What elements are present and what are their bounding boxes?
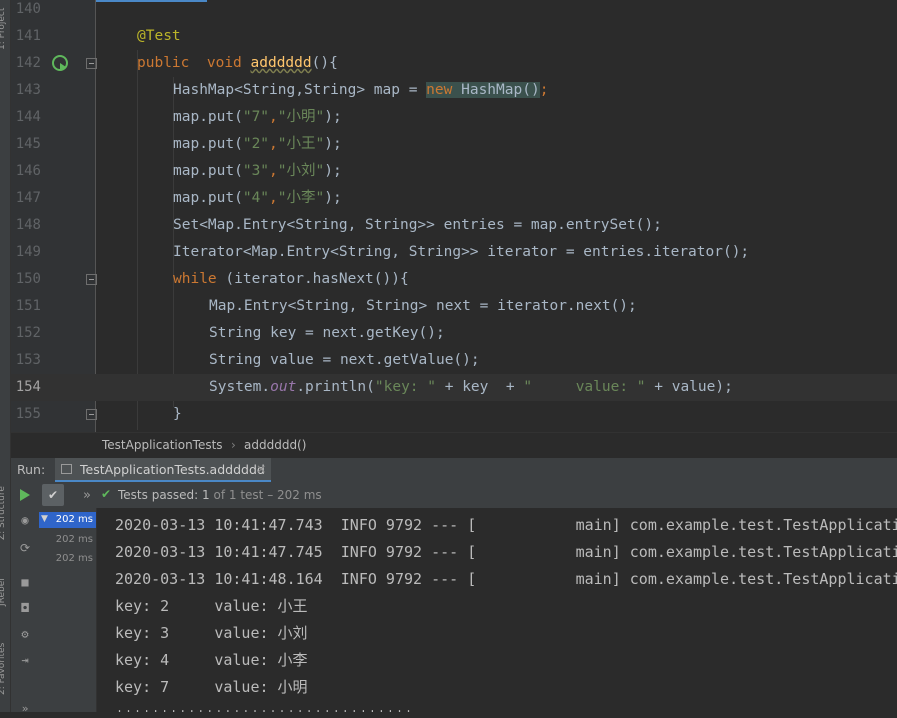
console-line: key: 3 value: 小刘 — [115, 624, 308, 642]
code-line: 141 @Test — [11, 23, 897, 50]
line-number: 148 — [15, 217, 41, 233]
line-number: 140 — [15, 1, 41, 17]
run-toolbar: ✔ » ✔ Tests passed: 1 of 1 test – 202 ms — [11, 482, 897, 509]
expand-toolbar-icon[interactable]: » — [77, 485, 97, 505]
more-icon[interactable]: » — [15, 698, 35, 718]
code-text: map.put("3","小刘"); — [173, 163, 342, 179]
test-tree[interactable]: ▼ 202 ms 202 ms 202 ms — [39, 508, 97, 712]
code-text: } — [173, 406, 182, 422]
camera-icon[interactable]: ◘ — [15, 598, 35, 618]
fold-icon[interactable] — [86, 58, 97, 69]
export-icon[interactable]: ⇥ — [15, 650, 35, 670]
code-text: String value = next.getValue(); — [209, 352, 480, 368]
line-number: 149 — [15, 244, 41, 260]
test-tree-row-selected[interactable]: ▼ 202 ms — [39, 512, 96, 528]
run-tool-header: Run: TestApplicationTests.adddddd × — [11, 458, 897, 483]
line-number: 150 — [15, 271, 41, 287]
console-line: key: 7 value: 小明 — [115, 678, 308, 696]
code-line: 152 String key = next.getKey(); — [11, 320, 897, 347]
code-text: public void adddddd(){ — [137, 55, 338, 71]
code-text: map.put("4","小李"); — [173, 190, 342, 206]
rerun-failed-icon[interactable]: ⟳ — [15, 538, 35, 558]
breadcrumb-class[interactable]: TestApplicationTests — [102, 438, 223, 452]
line-number: 142 — [15, 55, 41, 71]
line-number: 144 — [15, 109, 41, 125]
code-text: Set<Map.Entry<String, String>> entries =… — [173, 217, 662, 233]
tests-status: Tests passed: 1 of 1 test – 202 ms — [118, 488, 322, 502]
line-number: 152 — [15, 325, 41, 341]
breadcrumb-separator: › — [231, 438, 236, 452]
test-time: 202 ms — [55, 534, 93, 545]
line-number: 155 — [15, 406, 41, 422]
console-line: 2020-03-13 10:41:47.745 INFO 9792 --- [ … — [115, 543, 897, 561]
run-side-toolbar: ◉ ⟳ ■ ◘ ⚙ ⇥ » — [11, 508, 39, 715]
code-text: System.out.println("key: " + key + " val… — [209, 379, 733, 395]
current-code-line: 154 System.out.println("key: " + key + "… — [11, 374, 897, 401]
console-output[interactable]: 2020-03-13 10:41:47.743 INFO 9792 --- [ … — [97, 508, 897, 712]
code-editor[interactable]: 140 141 @Test 142 public void adddddd(){… — [11, 0, 897, 432]
code-text: map.put("7","小明"); — [173, 109, 342, 125]
line-number: 145 — [15, 136, 41, 152]
run-tab-title: TestApplicationTests.adddddd — [80, 462, 265, 477]
line-number: 153 — [15, 352, 41, 368]
console-line: key: 2 value: 小王 — [115, 597, 308, 615]
method-name: adddddd — [250, 55, 312, 71]
code-text: Map.Entry<String, String> next = iterato… — [209, 298, 637, 314]
console-line: 2020-03-13 10:41:48.164 INFO 9792 --- [ … — [115, 570, 897, 588]
code-line: 149 Iterator<Map.Entry<String, String>> … — [11, 239, 897, 266]
code-line: 148 Set<Map.Entry<String, String>> entri… — [11, 212, 897, 239]
run-test-gutter-icon[interactable] — [52, 55, 68, 71]
code-text: String key = next.getKey(); — [209, 325, 445, 341]
line-number: 146 — [15, 163, 41, 179]
left-tool-strip: 1: Project Z: Structure JRebel 2: Favori… — [0, 0, 11, 712]
code-line: 153 String value = next.getValue(); — [11, 347, 897, 374]
close-icon[interactable]: × — [256, 461, 266, 476]
breadcrumb-method[interactable]: adddddd() — [244, 438, 306, 452]
code-text: while (iterator.hasNext()){ — [173, 271, 409, 287]
fold-icon[interactable] — [86, 274, 97, 285]
line-number: 147 — [15, 190, 41, 206]
run-label: Run: — [17, 462, 46, 477]
settings-icon[interactable]: ⚙ — [15, 624, 35, 644]
code-line: 151 Map.Entry<String, String> next = ite… — [11, 293, 897, 320]
expand-arrow-icon[interactable]: ▼ — [41, 514, 48, 524]
test-tree-row[interactable]: 202 ms — [39, 532, 96, 548]
test-time: 202 ms — [55, 553, 93, 564]
code-text: HashMap<String,String> map = new HashMap… — [173, 82, 549, 98]
code-line: 145 map.put("2","小王"); — [11, 131, 897, 158]
toggle-tests-icon[interactable]: ◉ — [15, 510, 35, 530]
line-number: 143 — [15, 82, 41, 98]
test-time: 202 ms — [55, 514, 93, 525]
code-line: 150 while (iterator.hasNext()){ — [11, 266, 897, 293]
annotation-text: @Test — [137, 28, 181, 44]
line-number: 141 — [15, 28, 41, 44]
passed-check-icon: ✔ — [101, 487, 112, 501]
code-text: map.put("2","小王"); — [173, 136, 342, 152]
rerun-icon[interactable] — [15, 485, 35, 505]
line-number: 151 — [15, 298, 41, 314]
line-number: 154 — [15, 379, 41, 395]
code-text: Iterator<Map.Entry<String, String>> iter… — [173, 244, 750, 260]
code-line: 140 — [11, 0, 897, 23]
code-line: 146 map.put("3","小刘"); — [11, 158, 897, 185]
fold-icon[interactable] — [86, 409, 97, 420]
show-passed-toggle[interactable]: ✔ — [42, 484, 64, 506]
code-line: 155 } — [11, 401, 897, 428]
run-tab[interactable]: TestApplicationTests.adddddd × — [55, 458, 271, 482]
test-tree-row[interactable]: 202 ms — [39, 551, 96, 567]
console-line: +++++++++++++++++++++++++++++++++ — [115, 701, 413, 712]
code-line: 142 public void adddddd(){ — [11, 50, 897, 77]
console-line: 2020-03-13 10:41:47.743 INFO 9792 --- [ … — [115, 516, 897, 534]
breadcrumb: TestApplicationTests › adddddd() — [11, 432, 897, 459]
stop-icon[interactable]: ■ — [15, 572, 35, 592]
code-line: 144 map.put("7","小明"); — [11, 104, 897, 131]
console-line: key: 4 value: 小李 — [115, 651, 308, 669]
code-line: 143 HashMap<String,String> map = new Has… — [11, 77, 897, 104]
code-line: 147 map.put("4","小李"); — [11, 185, 897, 212]
run-config-icon — [61, 464, 72, 474]
